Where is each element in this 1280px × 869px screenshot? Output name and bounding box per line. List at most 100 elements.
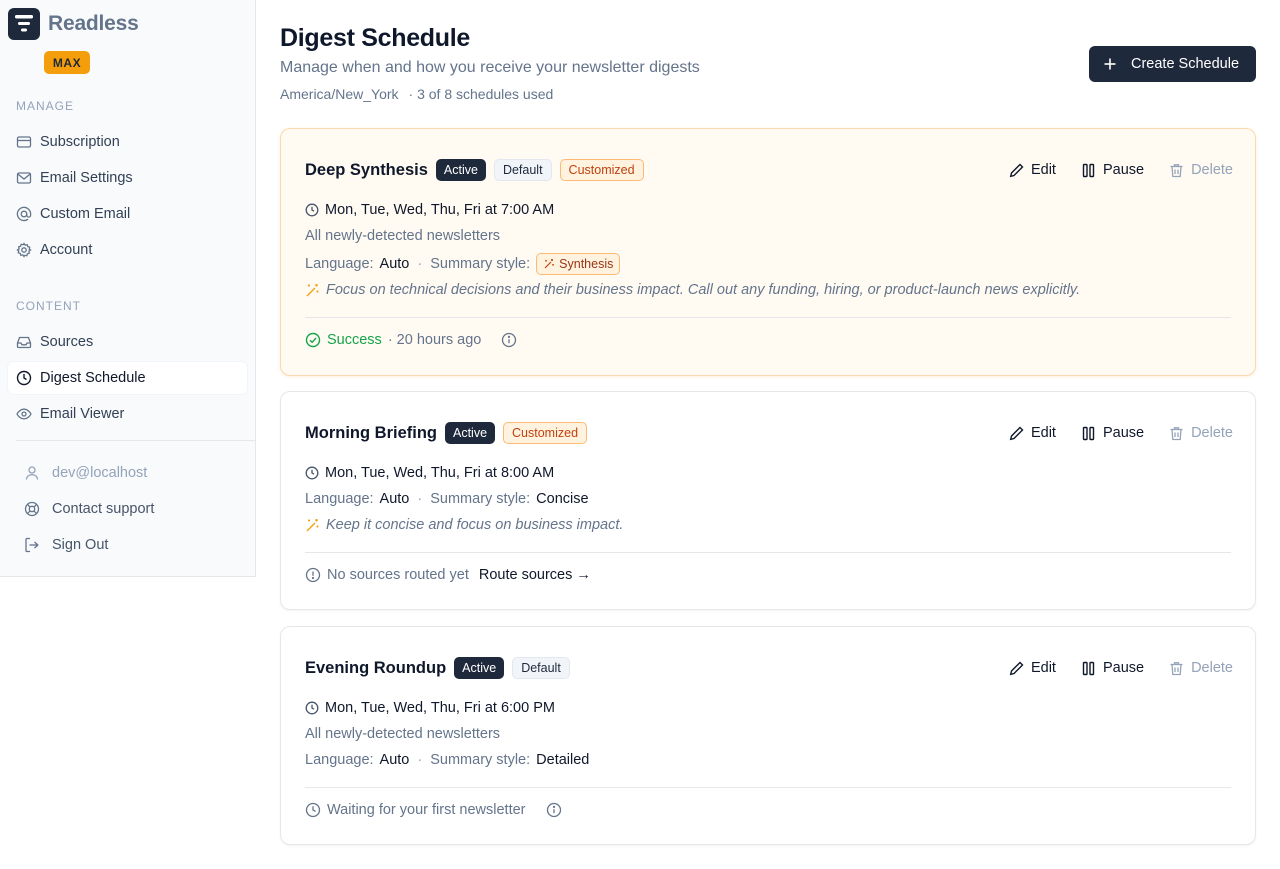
plus-icon <box>1104 58 1116 70</box>
clock-icon <box>305 802 321 818</box>
summary-style-label: Summary style: <box>430 256 531 272</box>
timezone: America/New_York <box>280 86 399 102</box>
log-out-icon <box>25 537 39 553</box>
check-circle-icon <box>305 332 321 348</box>
card-header: Deep Synthesis Active Default Customized <box>305 158 644 182</box>
pencil-icon <box>1009 661 1024 675</box>
pause-button[interactable]: Pause <box>1080 162 1144 179</box>
schedule-time: Mon, Tue, Wed, Thu, Fri at 6:00 PM <box>325 700 555 716</box>
app-name: Readless <box>48 12 139 35</box>
card-actions: Edit Pause Delete <box>1008 421 1233 445</box>
customized-badge: Customized <box>503 422 588 444</box>
language-label: Language: <box>305 752 374 768</box>
user-email: dev@localhost <box>52 465 148 481</box>
status-label: No sources routed yet <box>327 567 469 583</box>
pause-icon <box>1082 163 1095 177</box>
delete-label: Delete <box>1191 425 1233 441</box>
schedule-usage: · 3 of 8 schedules used <box>408 86 554 102</box>
pause-label: Pause <box>1102 162 1145 178</box>
info-icon[interactable] <box>501 332 517 348</box>
delete-button[interactable]: Delete <box>1168 162 1233 179</box>
info-icon[interactable] <box>546 802 562 818</box>
user-icon <box>25 466 39 480</box>
instructions-row: Focus on technical decisions and their b… <box>305 282 1080 298</box>
schedule-time-row: Mon, Tue, Wed, Thu, Fri at 8:00 AM <box>305 465 554 481</box>
page-subtitle: Manage when and how you receive your new… <box>280 59 700 76</box>
status-label: Success <box>327 332 382 348</box>
card-divider <box>305 317 1231 318</box>
instructions-text: Focus on technical decisions and their b… <box>326 282 1081 298</box>
sidebar-divider <box>16 440 256 441</box>
sidebar-item-subscription[interactable]: Subscription <box>8 126 247 158</box>
pause-icon <box>1082 661 1095 675</box>
sources-row: All newly-detected newsletters <box>305 726 500 742</box>
separator: · <box>417 752 423 768</box>
sidebar-item-digest-schedule[interactable]: Digest Schedule <box>8 362 247 394</box>
section-label-content: CONTENT <box>16 299 81 313</box>
language-value: Auto <box>379 491 410 507</box>
pause-icon <box>1082 426 1095 440</box>
clock-icon <box>305 203 319 217</box>
sidebar-item-label: Digest Schedule <box>40 370 146 386</box>
last-run-status: Success · 20 hours ago <box>305 332 517 348</box>
gear-icon <box>16 242 32 258</box>
schedule-name: Morning Briefing <box>305 423 437 442</box>
trash-icon <box>1170 163 1183 177</box>
last-run-status: Waiting for your first newsletter <box>305 802 562 818</box>
sidebar-item-email-viewer[interactable]: Email Viewer <box>8 398 247 430</box>
status-label: Waiting for your first newsletter <box>327 802 526 818</box>
card-header: Evening Roundup Active Default <box>305 656 570 680</box>
create-schedule-button[interactable]: Create Schedule <box>1089 46 1256 82</box>
delete-button[interactable]: Delete <box>1168 425 1233 442</box>
summary-style-label: Summary style: <box>430 491 531 507</box>
sidebar-item-sources[interactable]: Sources <box>8 326 247 358</box>
delete-label: Delete <box>1191 660 1233 676</box>
create-schedule-label: Create Schedule <box>1131 56 1240 72</box>
contact-support-label: Contact support <box>52 501 155 517</box>
card-header: Morning Briefing Active Customized <box>305 421 588 445</box>
schedule-time: Mon, Tue, Wed, Thu, Fri at 7:00 AM <box>325 202 555 218</box>
edit-button[interactable]: Edit <box>1008 162 1056 179</box>
summary-style-value: Detailed <box>536 752 590 768</box>
route-sources-link[interactable]: Route sources → <box>479 567 591 583</box>
schedule-name: Deep Synthesis <box>305 160 428 179</box>
instructions-row: Keep it concise and focus on business im… <box>305 517 623 533</box>
eye-icon <box>16 408 32 420</box>
status-badge-active: Active <box>435 159 486 181</box>
schedule-card: Evening Roundup Active Default Edit Paus… <box>280 626 1256 845</box>
card-actions: Edit Pause Delete <box>1008 158 1233 182</box>
brand[interactable]: Readless <box>8 8 139 40</box>
sign-out-button[interactable]: Sign Out <box>16 530 246 560</box>
status-badge-active: Active <box>444 422 496 444</box>
card-divider <box>305 787 1231 788</box>
card-divider <box>305 552 1231 553</box>
sidebar-item-custom-email[interactable]: Custom Email <box>8 198 247 230</box>
pencil-icon <box>1009 426 1024 440</box>
sidebar-item-account[interactable]: Account <box>8 234 247 266</box>
delete-button[interactable]: Delete <box>1168 660 1233 677</box>
edit-button[interactable]: Edit <box>1008 660 1056 677</box>
sidebar-item-label: Account <box>40 242 93 258</box>
pencil-icon <box>1009 163 1024 177</box>
at-sign-icon <box>16 206 32 222</box>
sign-out-label: Sign Out <box>52 537 109 553</box>
status-badge-active: Active <box>454 657 505 679</box>
sidebar-item-email-settings[interactable]: Email Settings <box>8 162 247 194</box>
summary-style-value: Concise <box>536 491 589 507</box>
summary-style-value: Synthesis <box>559 257 614 271</box>
customized-badge: Customized <box>559 159 644 181</box>
language-label: Language: <box>305 491 374 507</box>
section-label-manage: MANAGE <box>16 99 75 113</box>
alert-circle-icon <box>305 567 321 583</box>
user-email-row: dev@localhost <box>16 458 246 488</box>
contact-support-link[interactable]: Contact support <box>16 494 246 524</box>
clock-icon <box>305 701 319 715</box>
edit-label: Edit <box>1030 660 1056 676</box>
pause-button[interactable]: Pause <box>1080 660 1144 677</box>
schedule-card: Morning Briefing Active Customized Edit … <box>280 391 1256 610</box>
sidebar-item-label: Custom Email <box>40 206 131 222</box>
sidebar-item-label: Email Viewer <box>40 406 125 422</box>
edit-button[interactable]: Edit <box>1008 425 1056 442</box>
credit-card-icon <box>16 136 32 148</box>
pause-button[interactable]: Pause <box>1080 425 1144 442</box>
